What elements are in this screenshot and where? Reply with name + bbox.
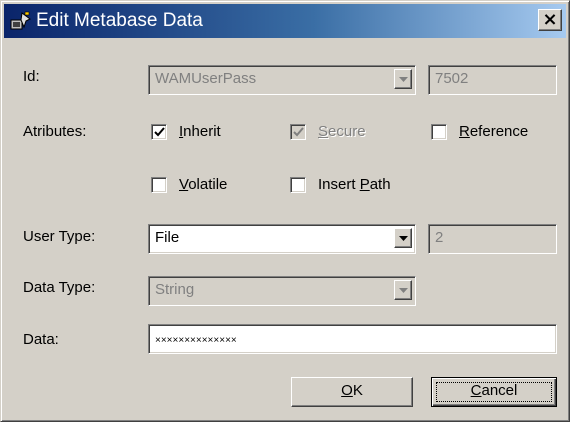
insert-path-checkbox-box[interactable]	[290, 177, 306, 193]
reference-checkbox-box[interactable]	[431, 124, 447, 140]
attributes-label: Atributes:	[23, 123, 87, 140]
volatile-checkbox[interactable]: Volatile	[151, 176, 261, 196]
id-name-value: WAMUserPass	[155, 70, 257, 87]
data-type-label: Data Type:	[23, 279, 96, 296]
data-type-combo: String	[148, 276, 416, 306]
insert-path-label: Insert Path	[318, 176, 391, 193]
cancel-button[interactable]: Cancel	[431, 377, 557, 407]
user-type-number-value: 2	[435, 229, 444, 246]
data-value: ××××××××××××××	[155, 335, 237, 346]
inherit-checkbox[interactable]: Inherit	[151, 123, 261, 143]
insert-path-checkbox[interactable]: Insert Path	[290, 176, 420, 196]
volatile-checkbox-box[interactable]	[151, 177, 167, 193]
ok-button-label: OK	[341, 382, 363, 399]
data-input[interactable]: ××××××××××××××	[148, 324, 557, 354]
id-name-combo: WAMUserPass	[148, 65, 416, 95]
edit-metabase-data-dialog: Edit Metabase Data × Id: WAMUserPass 750…	[0, 0, 570, 422]
user-type-combo[interactable]: File	[148, 224, 416, 254]
window-title: Edit Metabase Data	[36, 10, 203, 31]
cancel-button-label: Cancel	[470, 382, 518, 399]
reference-checkbox[interactable]: Reference	[431, 123, 556, 143]
id-label: Id:	[23, 68, 40, 85]
user-type-dropdown-button[interactable]	[394, 228, 412, 248]
user-type-label: User Type:	[23, 228, 96, 245]
close-icon: ×	[542, 9, 558, 30]
data-type-dropdown-button	[394, 280, 412, 300]
id-name-dropdown-button	[394, 69, 412, 89]
title-bar[interactable]: Edit Metabase Data ×	[4, 4, 566, 38]
id-number-value: 7502	[435, 70, 469, 87]
inherit-label: Inherit	[179, 123, 221, 140]
user-type-value: File	[155, 229, 180, 246]
metabase-tool-icon	[10, 11, 31, 30]
secure-checkbox-box	[290, 124, 306, 140]
chevron-down-icon	[399, 236, 408, 241]
secure-label: Secure	[318, 123, 366, 140]
chevron-down-icon	[399, 288, 408, 293]
data-type-value: String	[155, 281, 195, 298]
volatile-label: Volatile	[179, 176, 228, 193]
user-type-number-field: 2	[428, 224, 557, 254]
reference-label: Reference	[459, 123, 529, 140]
inherit-checkbox-box[interactable]	[151, 124, 167, 140]
close-button[interactable]: ×	[538, 9, 562, 31]
data-label: Data:	[23, 331, 59, 348]
checkmark-icon	[154, 127, 165, 137]
secure-checkbox: Secure	[290, 123, 400, 143]
chevron-down-icon	[399, 77, 408, 82]
id-number-field: 7502	[428, 65, 557, 95]
ok-button[interactable]: OK	[291, 377, 413, 407]
checkmark-icon	[293, 127, 304, 137]
